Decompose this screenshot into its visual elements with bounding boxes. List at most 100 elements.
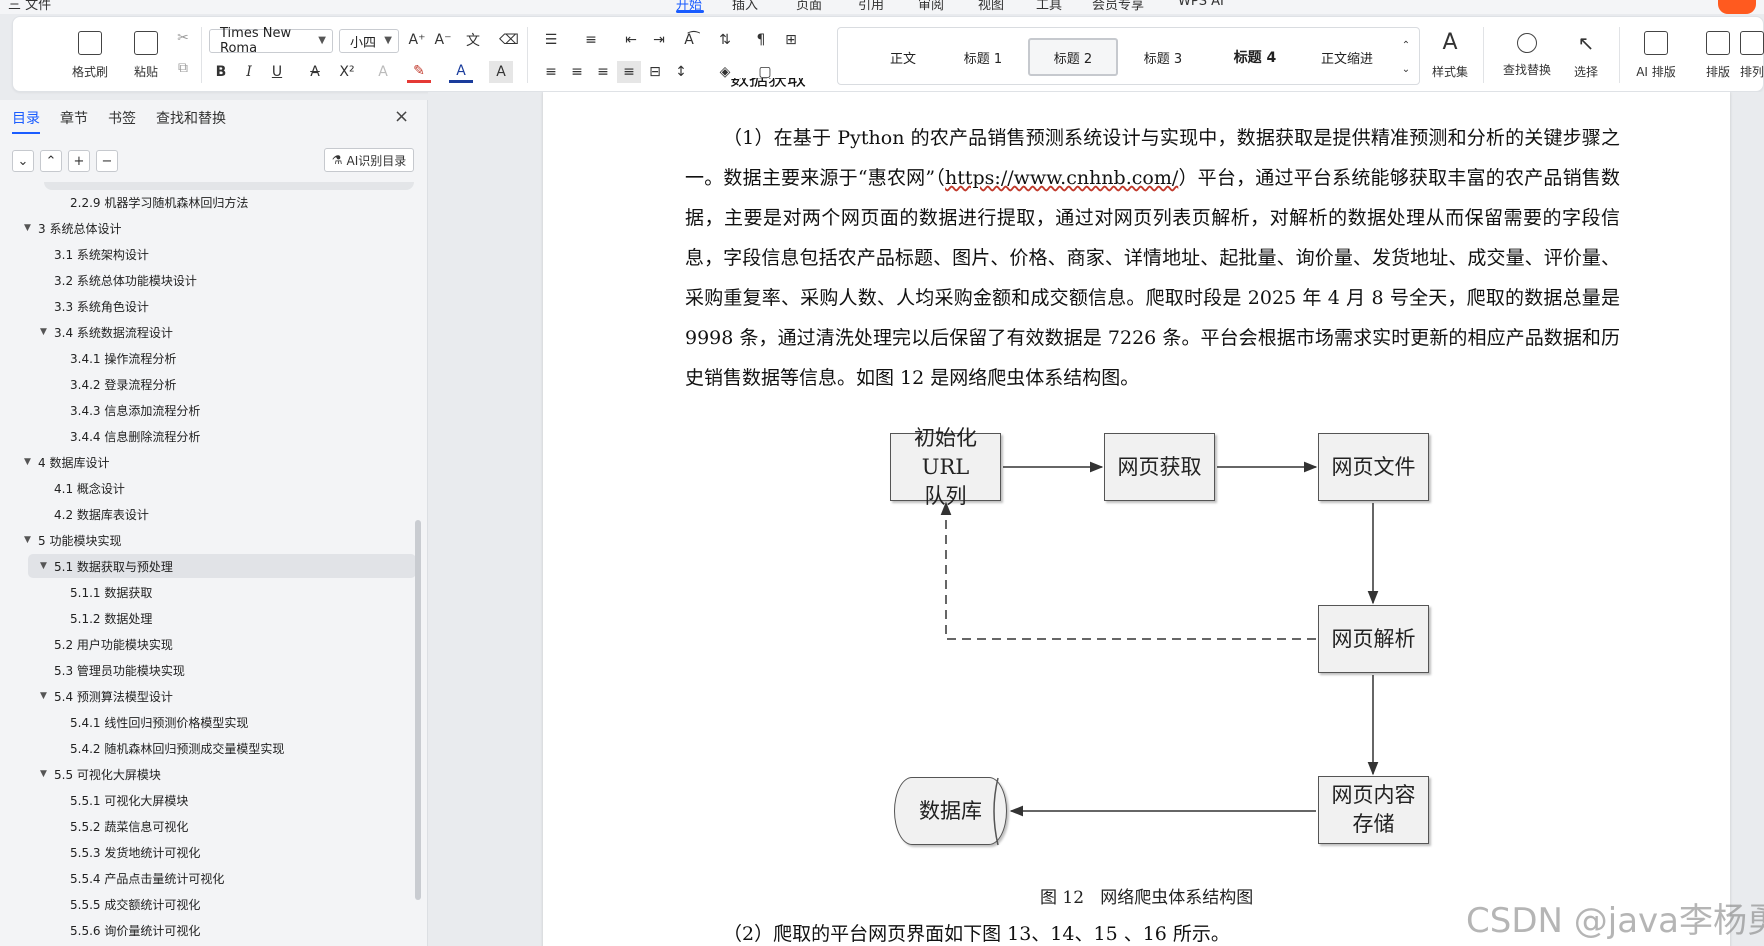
style-heading-2[interactable]: 标题 2 <box>1028 38 1118 76</box>
body-paragraph-1[interactable]: （1）在基于 Python 的农产品销售预测系统设计与实现中，数据获取是提供精准… <box>685 118 1620 398</box>
highlight-color-icon[interactable]: ✎ <box>407 61 431 83</box>
italic-icon[interactable]: I <box>237 61 261 83</box>
style-heading-1[interactable]: 标题 1 <box>938 38 1028 76</box>
toc-item[interactable]: 4.1 概念设计 <box>0 476 410 500</box>
nav-tab-bookmarks[interactable]: 书签 <box>108 108 136 130</box>
align-center-icon[interactable]: ≡ <box>565 61 589 83</box>
expand-up-icon[interactable]: ⌃ <box>40 150 62 172</box>
grow-font-icon[interactable]: A⁺ <box>405 29 429 51</box>
nav-tab-toc[interactable]: 目录 <box>12 108 40 130</box>
toc-item[interactable]: 4.2 数据库表设计 <box>0 502 410 526</box>
paste-button[interactable]: 粘贴 <box>121 25 171 85</box>
clear-format-icon[interactable]: ⌫ <box>497 29 521 51</box>
align-left-icon[interactable]: ≡ <box>539 61 563 83</box>
decrease-indent-icon[interactable]: ⇤ <box>619 29 643 51</box>
toc-item[interactable]: ▼ 5.1 数据获取与预处理 <box>28 554 416 578</box>
toc-item[interactable]: 3.4.3 信息添加流程分析 <box>0 398 410 422</box>
phonetic-guide-icon[interactable]: 文 <box>461 29 485 51</box>
style-heading-4[interactable]: 标题 4 <box>1210 38 1300 76</box>
toc-item[interactable]: 3.4.1 操作流程分析 <box>0 346 410 370</box>
ai-toc-button[interactable]: ⚗ AI识别目录 <box>324 148 414 172</box>
menu-tab-insert[interactable]: 插入 <box>732 0 758 13</box>
expand-caret-icon[interactable]: ▼ <box>24 535 31 545</box>
format-painter-button[interactable]: 格式刷 <box>65 25 115 85</box>
toc-item[interactable]: 5.5.3 发货地统计可视化 <box>0 840 410 864</box>
expand-caret-icon[interactable]: ▼ <box>40 769 47 779</box>
numbered-list-icon[interactable]: ≡ <box>579 29 603 51</box>
toc-item[interactable]: ▼ 5.5 可视化大屏模块 <box>0 762 410 786</box>
select-button[interactable]: ↖ 选择 <box>1561 25 1611 85</box>
toc-item[interactable]: 5.5.5 成交额统计可视化 <box>0 892 410 916</box>
chinese-layout-icon[interactable]: A͡ <box>677 29 701 51</box>
collapse-all-icon[interactable]: ⌄ <box>12 150 34 172</box>
increase-indent-icon[interactable]: ⇥ <box>647 29 671 51</box>
toc-item[interactable]: 5.1.1 数据获取 <box>0 580 410 604</box>
bold-icon[interactable]: B <box>209 61 233 83</box>
sort-icon[interactable]: ⇅ <box>713 29 737 51</box>
toc-item[interactable]: ▼ 5 功能模块实现 <box>0 528 410 552</box>
distributed-align-icon[interactable]: ⊟ <box>643 61 667 83</box>
expand-caret-icon[interactable]: ▼ <box>40 691 47 701</box>
font-size-select[interactable]: 小四 ▼ <box>339 29 399 53</box>
toc-item[interactable]: ▼ 3.4 系统数据流程设计 <box>0 320 410 344</box>
bullet-list-icon[interactable]: ☰ <box>539 29 563 51</box>
menu-tab-page[interactable]: 页面 <box>796 0 822 13</box>
expand-caret-icon[interactable]: ▼ <box>40 561 47 571</box>
toc-item[interactable]: 5.3 管理员功能模块实现 <box>0 658 410 682</box>
toc-item[interactable]: 3.4.2 登录流程分析 <box>0 372 410 396</box>
toc-item[interactable]: 3.3 系统角色设计 <box>0 294 410 318</box>
ai-layout-button[interactable]: AI 排版 <box>1631 25 1681 85</box>
toc-item[interactable]: ▼ 5.4 预测算法模型设计 <box>0 684 410 708</box>
toc-item[interactable]: 3.4.4 信息删除流程分析 <box>0 424 410 448</box>
justify-icon[interactable]: ≡ <box>617 61 641 83</box>
remove-heading-icon[interactable]: − <box>96 150 118 172</box>
toc-item[interactable]: 2.2.9 机器学习随机森林回归方法 <box>0 190 410 214</box>
toc-scrollbar[interactable] <box>415 520 421 900</box>
toc-item[interactable]: 5.2 用户功能模块实现 <box>0 632 410 656</box>
toc-item[interactable]: 5.5.6 询价量统计可视化 <box>0 918 410 942</box>
menu-tab-member[interactable]: 会员专享 <box>1092 0 1144 13</box>
close-icon[interactable]: × <box>394 106 409 127</box>
expand-caret-icon[interactable]: ▼ <box>40 327 47 337</box>
character-shading-icon[interactable]: A <box>489 61 513 83</box>
find-replace-button[interactable]: 查找替换 <box>1497 25 1557 85</box>
text-effect-icon[interactable]: A <box>371 61 395 83</box>
table-grid-icon[interactable]: ⊞ <box>779 29 803 51</box>
expand-caret-icon[interactable]: ▼ <box>24 457 31 467</box>
nav-tab-sections[interactable]: 章节 <box>60 108 88 130</box>
copy-icon[interactable]: ⧉ <box>171 57 195 79</box>
menu-tab-review[interactable]: 审阅 <box>918 0 944 13</box>
cut-icon[interactable]: ✂ <box>171 27 195 49</box>
font-color-icon[interactable]: A <box>449 61 473 83</box>
layout-button[interactable]: 排版 <box>1693 25 1743 85</box>
style-normal[interactable]: 正文 <box>858 38 948 76</box>
expand-caret-icon[interactable]: ▼ <box>24 223 31 233</box>
toc-item[interactable]: 5.1.2 数据处理 <box>0 606 410 630</box>
menu-tab-file[interactable]: 三 文件 <box>8 0 51 13</box>
strikethrough-icon[interactable]: A <box>303 61 327 83</box>
toc-item[interactable]: 5.5.2 蔬菜信息可视化 <box>0 814 410 838</box>
chevron-down-icon[interactable]: ⌄ <box>1396 58 1416 80</box>
line-spacing-icon[interactable]: ↕ <box>669 61 693 83</box>
arrange-button[interactable]: 排列 <box>1739 25 1764 85</box>
toc-item[interactable]: 5.5.1 可视化大屏模块 <box>0 788 410 812</box>
superscript-icon[interactable]: X² <box>335 61 359 83</box>
show-marks-icon[interactable]: ¶ <box>749 29 773 51</box>
toc-item[interactable]: 5.5.4 产品点击量统计可视化 <box>0 866 410 890</box>
menu-tab-view[interactable]: 视图 <box>978 0 1004 13</box>
toc-item[interactable]: ▼ 3 系统总体设计 <box>0 216 410 240</box>
nav-tab-find-replace[interactable]: 查找和替换 <box>156 108 226 130</box>
menu-tab-tools[interactable]: 工具 <box>1036 0 1062 13</box>
underline-icon[interactable]: U <box>265 61 289 83</box>
style-set-button[interactable]: A 样式集 <box>1425 25 1475 85</box>
toc-item[interactable]: 3.2 系统总体功能模块设计 <box>0 268 410 292</box>
toc-item[interactable]: 3.1 系统架构设计 <box>0 242 410 266</box>
shrink-font-icon[interactable]: A⁻ <box>431 29 455 51</box>
font-name-select[interactable]: Times New Roma ▼ <box>209 26 333 56</box>
add-heading-icon[interactable]: + <box>68 150 90 172</box>
toc-item[interactable]: 5.4.2 随机森林回归预测成交量模型实现 <box>0 736 410 760</box>
style-body-indent[interactable]: 正文缩进 <box>1302 38 1392 76</box>
chevron-up-icon[interactable]: ⌃ <box>1396 34 1416 56</box>
style-heading-3[interactable]: 标题 3 <box>1118 38 1208 76</box>
align-right-icon[interactable]: ≡ <box>591 61 615 83</box>
